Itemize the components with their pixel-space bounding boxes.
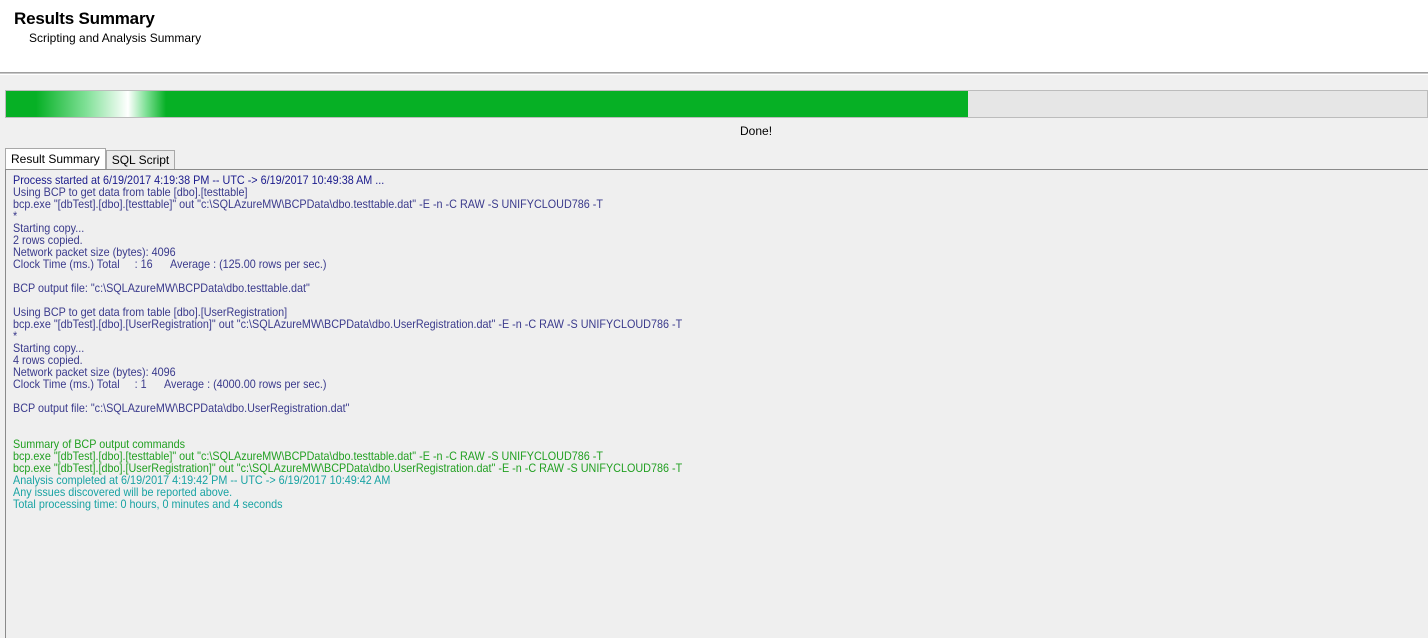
log-line: Total processing time: 0 hours, 0 minute…: [13, 497, 283, 511]
log-line: Starting copy...: [13, 341, 85, 355]
log-line: bcp.exe "[dbTest].[dbo].[UserRegistratio…: [13, 317, 683, 331]
log-line: Clock Time (ms.) Total : 1 Average : (40…: [13, 377, 327, 391]
log-line: *: [13, 209, 18, 223]
log-line: *: [13, 329, 18, 343]
result-summary-textbox[interactable]: Process started at 6/19/2017 4:19:38 PM …: [5, 169, 1428, 638]
log-line: 4 rows copied.: [13, 353, 83, 367]
progress-bar-fill: [6, 91, 969, 117]
log-line: 2 rows copied.: [13, 233, 83, 247]
tab-strip: Result Summary SQL Script: [5, 148, 176, 169]
log-line: BCP output file: "c:\SQLAzureMW\BCPData\…: [13, 401, 350, 415]
tab-result-summary[interactable]: Result Summary: [5, 148, 106, 169]
page-title: Results Summary: [14, 9, 155, 28]
wizard-header: Results Summary Scripting and Analysis S…: [0, 0, 1428, 72]
log-line: bcp.exe "[dbTest].[dbo].[testtable]" out…: [13, 197, 603, 211]
page-subtitle: Scripting and Analysis Summary: [29, 31, 202, 45]
log-line: Clock Time (ms.) Total : 16 Average : (1…: [13, 257, 327, 271]
log-line: Starting copy...: [13, 221, 85, 235]
header-divider: [0, 72, 1428, 75]
progress-status: Done!: [740, 124, 773, 138]
progress-bar: [5, 90, 1428, 118]
log-output: Process started at 6/19/2017 4:19:38 PM …: [13, 174, 1273, 510]
tab-sql-script[interactable]: SQL Script: [105, 150, 176, 169]
log-line: BCP output file: "c:\SQLAzureMW\BCPData\…: [13, 281, 310, 295]
